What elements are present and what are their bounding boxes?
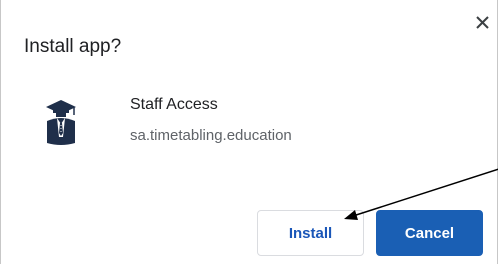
- install-app-dialog: Install app? Staff Access sa.timetabling…: [0, 0, 498, 264]
- install-button-label: Install: [288, 224, 333, 242]
- cancel-button-label: Cancel: [404, 224, 455, 242]
- cancel-button[interactable]: Cancel: [376, 210, 483, 256]
- app-url: sa.timetabling.education: [130, 127, 292, 144]
- graduate-icon: [44, 97, 78, 155]
- install-button[interactable]: Install: [257, 210, 364, 256]
- app-name: Staff Access: [130, 96, 218, 113]
- dialog-title: Install app?: [24, 36, 122, 57]
- close-icon[interactable]: [474, 14, 494, 34]
